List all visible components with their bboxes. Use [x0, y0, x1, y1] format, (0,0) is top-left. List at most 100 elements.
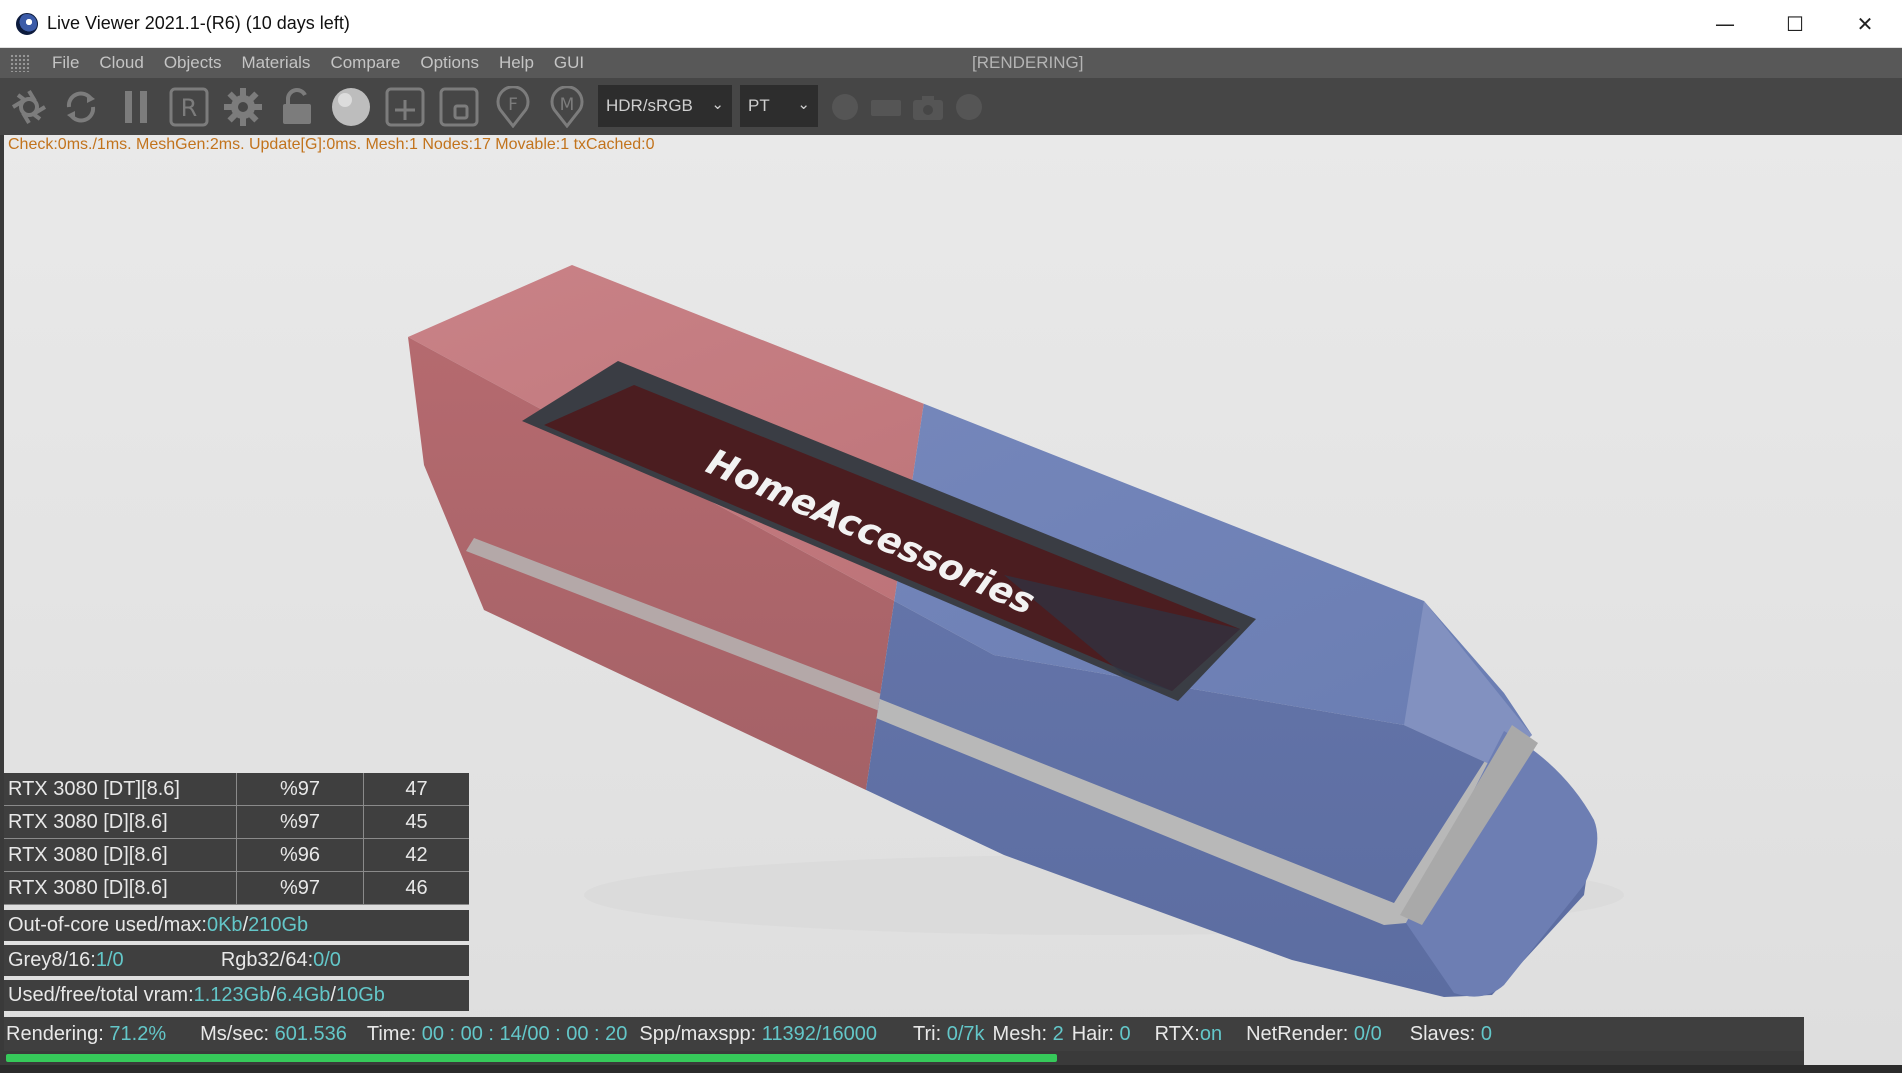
- dot-icon: [828, 86, 862, 128]
- vram-total: 10Gb: [335, 984, 385, 1006]
- chevron-down-icon: ⌄: [711, 96, 724, 113]
- texture-count-row: Grey8/16: 1/0 Rgb32/64: 0/0: [4, 945, 469, 976]
- grey-label: Grey8/16:: [8, 949, 96, 971]
- ooc-max: 210Gb: [248, 914, 309, 936]
- svg-text:F: F: [508, 95, 518, 115]
- mesh-value: 2: [1052, 1022, 1064, 1045]
- rendering-value: 71.2%: [109, 1022, 167, 1045]
- add-box-icon[interactable]: [383, 86, 427, 128]
- grip-icon: [10, 54, 30, 72]
- menu-objects[interactable]: Objects: [164, 53, 222, 73]
- gpu-row: RTX 3080 [D][8.6] %96 42: [4, 839, 469, 872]
- window-title: Live Viewer 2021.1-(R6) (10 days left): [47, 13, 350, 33]
- gpu-row: RTX 3080 [D][8.6] %97 45: [4, 806, 469, 839]
- menu-materials[interactable]: Materials: [241, 53, 310, 73]
- kernel-select[interactable]: PT ⌄: [740, 85, 818, 127]
- box-icon[interactable]: [437, 86, 481, 128]
- ms-stat: Ms/sec: 601.536: [200, 1023, 347, 1046]
- gpu-name: RTX 3080 [D][8.6]: [4, 839, 237, 871]
- rtx-value: on: [1199, 1022, 1223, 1045]
- vram-row: Used/free/total vram: 1.123Gb / 6.4Gb / …: [4, 980, 469, 1011]
- render-progress-fill: [6, 1054, 1057, 1062]
- title-bar: Live Viewer 2021.1-(R6) (10 days left) —…: [0, 0, 1902, 48]
- mesh-label: Mesh:: [992, 1022, 1053, 1045]
- colorspace-value: HDR/sRGB: [606, 96, 693, 115]
- tri-stat: Tri: 0/7k: [913, 1023, 985, 1046]
- toolbar: R F M HDR/sRGB ⌄ PT ⌄: [0, 78, 1902, 135]
- time-stat: Time: 00 : 00 : 14/00 : 00 : 20: [367, 1023, 628, 1046]
- spp-label: Spp/maxspp:: [639, 1022, 762, 1045]
- gpu-name: RTX 3080 [DT][8.6]: [4, 773, 237, 805]
- rtx-stat: RTX:on: [1155, 1023, 1222, 1046]
- gpu-temp: 45: [405, 810, 428, 833]
- rendering-label: Rendering:: [6, 1022, 110, 1045]
- bottom-strip: [0, 1065, 1902, 1073]
- menu-bar: File Cloud Objects Materials Compare Opt…: [0, 48, 1902, 78]
- menu-options[interactable]: Options: [420, 53, 479, 73]
- hair-stat: Hair: 0: [1072, 1023, 1131, 1046]
- gpu-row: RTX 3080 [D][8.6] %97 46: [4, 872, 469, 905]
- debug-stats: Check:0ms./1ms. MeshGen:2ms. Update[G]:0…: [8, 136, 655, 153]
- film-icon: [868, 86, 904, 128]
- netrender-label: NetRender:: [1246, 1022, 1354, 1045]
- aperture-icon[interactable]: [8, 86, 50, 128]
- rgb-value: 0/0: [313, 949, 341, 971]
- render-progress-bar: [4, 1051, 1804, 1065]
- hair-label: Hair:: [1071, 1022, 1120, 1045]
- svg-text:R: R: [181, 94, 198, 122]
- slaves-stat: Slaves: 0: [1410, 1023, 1492, 1046]
- sphere-icon[interactable]: [329, 86, 373, 128]
- close-button[interactable]: ✕: [1830, 0, 1900, 48]
- gpu-name: RTX 3080 [D][8.6]: [4, 872, 237, 904]
- vram-used: 1.123Gb: [193, 984, 271, 1006]
- rgb-label: Rgb32/64:: [220, 949, 314, 971]
- mesh-stat: Mesh: 2: [993, 1023, 1064, 1046]
- slaves-label: Slaves:: [1409, 1022, 1481, 1045]
- menu-file[interactable]: File: [52, 53, 79, 73]
- time-value: 00 : 00 : 14/00 : 00 : 20: [421, 1022, 628, 1045]
- camera-icon: [910, 86, 946, 128]
- lock-icon[interactable]: [275, 86, 319, 128]
- tri-value: 0/7k: [946, 1022, 985, 1045]
- hair-value: 0: [1119, 1022, 1131, 1045]
- minimize-button[interactable]: —: [1690, 0, 1760, 48]
- maximize-button[interactable]: ☐: [1760, 0, 1830, 48]
- spp-value: 11392/16000: [761, 1022, 878, 1045]
- slaves-value: 0: [1480, 1022, 1493, 1045]
- render-status-bar: Rendering: 71.2% Ms/sec: 601.536 Time: 0…: [4, 1017, 1804, 1051]
- ms-label: Ms/sec:: [200, 1022, 275, 1045]
- out-of-core-row: Out-of-core used/max: 0Kb / 210Gb: [4, 910, 469, 941]
- gpu-util: %96: [237, 839, 364, 871]
- spp-stat: Spp/maxspp: 11392/16000: [639, 1023, 877, 1046]
- ms-value: 601.536: [274, 1022, 347, 1045]
- grey-value: 1/0: [95, 949, 124, 971]
- gpu-temp: 42: [405, 843, 428, 866]
- tri-label: Tri:: [913, 1022, 947, 1045]
- ooc-used: 0Kb: [206, 914, 243, 936]
- pause-icon[interactable]: [118, 86, 154, 128]
- circle-icon: [952, 86, 986, 128]
- gpu-table: RTX 3080 [DT][8.6] %97 47 RTX 3080 [D][8…: [4, 773, 469, 905]
- vram-free: 6.4Gb: [275, 984, 331, 1006]
- gpu-util: %97: [237, 806, 364, 838]
- netrender-stat: NetRender: 0/0: [1246, 1023, 1382, 1046]
- gpu-temp: 47: [405, 777, 428, 800]
- menu-compare[interactable]: Compare: [330, 53, 400, 73]
- material-pin-icon[interactable]: M: [545, 86, 589, 128]
- refresh-icon[interactable]: [60, 86, 102, 128]
- focus-pin-icon[interactable]: F: [491, 86, 535, 128]
- kernel-value: PT: [748, 96, 770, 115]
- gpu-temp: 46: [405, 876, 428, 899]
- region-r-icon[interactable]: R: [167, 86, 211, 128]
- menu-cloud[interactable]: Cloud: [99, 53, 143, 73]
- gear-icon[interactable]: [221, 86, 265, 128]
- rendering-stat: Rendering: 71.2%: [6, 1023, 166, 1046]
- menu-gui[interactable]: GUI: [554, 53, 584, 73]
- gpu-row: RTX 3080 [DT][8.6] %97 47: [4, 773, 469, 806]
- vram-label: Used/free/total vram:: [8, 984, 194, 1006]
- render-state-label: [RENDERING]: [972, 53, 1084, 72]
- gpu-name: RTX 3080 [D][8.6]: [4, 806, 237, 838]
- svg-text:M: M: [560, 95, 575, 115]
- menu-help[interactable]: Help: [499, 53, 534, 73]
- colorspace-select[interactable]: HDR/sRGB ⌄: [598, 85, 732, 127]
